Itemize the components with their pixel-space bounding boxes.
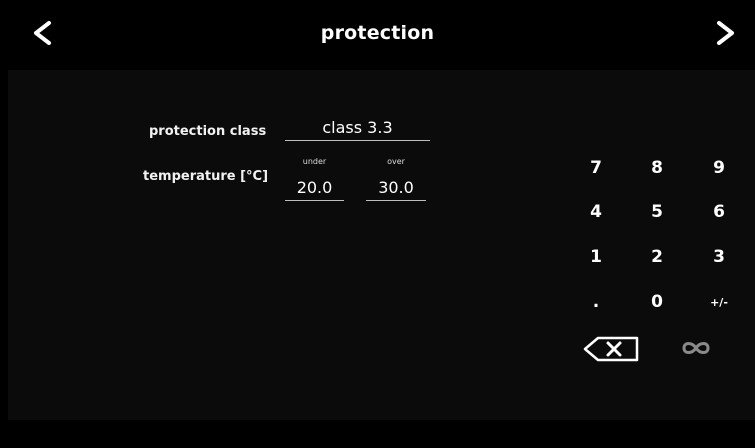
key-2[interactable]: 2	[637, 242, 677, 272]
key-5[interactable]: 5	[637, 197, 677, 227]
screen: protection protection class class 3.3 te…	[0, 0, 755, 448]
key-decimal[interactable]: .	[576, 287, 616, 317]
chevron-right-icon	[717, 21, 734, 45]
over-sublabel: over	[387, 157, 405, 166]
key-1[interactable]: 1	[576, 242, 616, 272]
page-title: protection	[320, 22, 435, 44]
infinity-icon	[682, 342, 710, 354]
protection-class-field[interactable]: class 3.3	[285, 118, 430, 141]
key-8[interactable]: 8	[637, 153, 677, 183]
key-3[interactable]: 3	[699, 242, 739, 272]
key-plus-minus[interactable]: +/-	[699, 287, 739, 317]
key-6[interactable]: 6	[699, 197, 739, 227]
backspace-icon	[583, 336, 639, 362]
key-0[interactable]: 0	[637, 287, 677, 317]
key-4[interactable]: 4	[576, 197, 616, 227]
infinity-button[interactable]	[678, 336, 714, 360]
next-button[interactable]	[712, 16, 740, 50]
protection-class-label: protection class	[149, 124, 267, 139]
key-9[interactable]: 9	[699, 153, 739, 183]
temperature-under-field[interactable]: 20.0	[285, 178, 344, 201]
backspace-button[interactable]	[582, 334, 640, 364]
key-7[interactable]: 7	[576, 153, 616, 183]
under-sublabel: under	[302, 157, 327, 166]
temperature-over-field[interactable]: 30.0	[366, 178, 426, 201]
temperature-label: temperature [°C]	[143, 169, 269, 184]
